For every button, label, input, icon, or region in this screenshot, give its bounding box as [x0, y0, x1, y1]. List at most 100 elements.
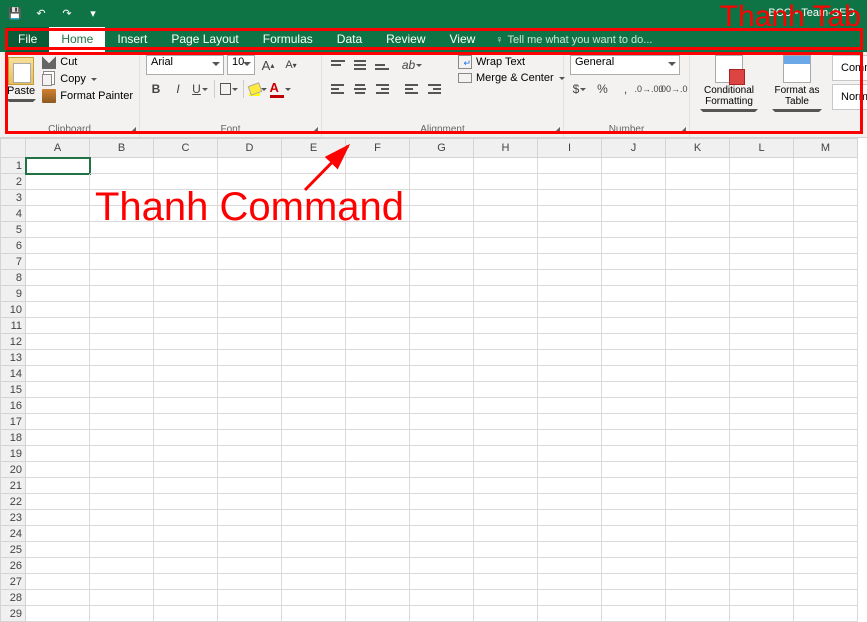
cell-B13[interactable] — [90, 350, 154, 366]
cell-I27[interactable] — [538, 574, 602, 590]
underline-button[interactable]: U — [190, 79, 210, 99]
cell-I5[interactable] — [538, 222, 602, 238]
cell-E7[interactable] — [282, 254, 346, 270]
cell-E28[interactable] — [282, 590, 346, 606]
cell-B25[interactable] — [90, 542, 154, 558]
alignment-dialog-launcher[interactable]: ◢ — [554, 125, 560, 134]
cell-E3[interactable] — [282, 190, 346, 206]
cell-H8[interactable] — [474, 270, 538, 286]
cell-F9[interactable] — [346, 286, 410, 302]
cell-D10[interactable] — [218, 302, 282, 318]
cell-L20[interactable] — [730, 462, 794, 478]
cell-C25[interactable] — [154, 542, 218, 558]
cell-D14[interactable] — [218, 366, 282, 382]
cell-F16[interactable] — [346, 398, 410, 414]
cell-D15[interactable] — [218, 382, 282, 398]
cell-L27[interactable] — [730, 574, 794, 590]
cell-F4[interactable] — [346, 206, 410, 222]
cell-E8[interactable] — [282, 270, 346, 286]
cell-D29[interactable] — [218, 606, 282, 622]
cell-J28[interactable] — [602, 590, 666, 606]
cell-L24[interactable] — [730, 526, 794, 542]
cell-A2[interactable] — [26, 174, 90, 190]
cell-B9[interactable] — [90, 286, 154, 302]
cell-K26[interactable] — [666, 558, 730, 574]
cell-G15[interactable] — [410, 382, 474, 398]
cell-K16[interactable] — [666, 398, 730, 414]
cell-D7[interactable] — [218, 254, 282, 270]
cell-G20[interactable] — [410, 462, 474, 478]
cell-G3[interactable] — [410, 190, 474, 206]
cell-C9[interactable] — [154, 286, 218, 302]
cell-E4[interactable] — [282, 206, 346, 222]
cell-H21[interactable] — [474, 478, 538, 494]
increase-indent-button[interactable] — [424, 79, 444, 99]
cell-J11[interactable] — [602, 318, 666, 334]
cell-G12[interactable] — [410, 334, 474, 350]
row-header-27[interactable]: 27 — [0, 574, 26, 590]
cell-E24[interactable] — [282, 526, 346, 542]
font-dialog-launcher[interactable]: ◢ — [312, 125, 318, 134]
cell-K21[interactable] — [666, 478, 730, 494]
cut-button[interactable]: Cut — [42, 55, 133, 69]
cell-J5[interactable] — [602, 222, 666, 238]
cell-D16[interactable] — [218, 398, 282, 414]
cell-C13[interactable] — [154, 350, 218, 366]
cell-G26[interactable] — [410, 558, 474, 574]
cell-K4[interactable] — [666, 206, 730, 222]
cell-A23[interactable] — [26, 510, 90, 526]
cell-E15[interactable] — [282, 382, 346, 398]
cell-M5[interactable] — [794, 222, 858, 238]
cell-M4[interactable] — [794, 206, 858, 222]
cell-L6[interactable] — [730, 238, 794, 254]
cell-K18[interactable] — [666, 430, 730, 446]
cell-H12[interactable] — [474, 334, 538, 350]
cell-G23[interactable] — [410, 510, 474, 526]
tab-view[interactable]: View — [438, 27, 488, 52]
cell-C3[interactable] — [154, 190, 218, 206]
cell-D13[interactable] — [218, 350, 282, 366]
cell-K27[interactable] — [666, 574, 730, 590]
row-header-12[interactable]: 12 — [0, 334, 26, 350]
cell-E2[interactable] — [282, 174, 346, 190]
cell-H24[interactable] — [474, 526, 538, 542]
cell-B8[interactable] — [90, 270, 154, 286]
cell-F7[interactable] — [346, 254, 410, 270]
cell-E27[interactable] — [282, 574, 346, 590]
font-name-select[interactable]: Arial — [146, 55, 224, 75]
cell-C4[interactable] — [154, 206, 218, 222]
cell-I7[interactable] — [538, 254, 602, 270]
cell-G27[interactable] — [410, 574, 474, 590]
font-size-select[interactable]: 10 — [227, 55, 255, 75]
fill-color-button[interactable] — [248, 79, 268, 99]
cell-E20[interactable] — [282, 462, 346, 478]
cell-H26[interactable] — [474, 558, 538, 574]
cell-I21[interactable] — [538, 478, 602, 494]
cell-C19[interactable] — [154, 446, 218, 462]
cell-E29[interactable] — [282, 606, 346, 622]
cell-G25[interactable] — [410, 542, 474, 558]
cell-F10[interactable] — [346, 302, 410, 318]
cell-A19[interactable] — [26, 446, 90, 462]
cell-M2[interactable] — [794, 174, 858, 190]
cell-I14[interactable] — [538, 366, 602, 382]
wrap-text-button[interactable]: Wrap Text — [458, 55, 565, 69]
cell-C18[interactable] — [154, 430, 218, 446]
cell-M16[interactable] — [794, 398, 858, 414]
cell-H13[interactable] — [474, 350, 538, 366]
cell-K25[interactable] — [666, 542, 730, 558]
cell-G14[interactable] — [410, 366, 474, 382]
cell-B12[interactable] — [90, 334, 154, 350]
cell-L18[interactable] — [730, 430, 794, 446]
cell-D18[interactable] — [218, 430, 282, 446]
cell-M27[interactable] — [794, 574, 858, 590]
cell-F1[interactable] — [346, 158, 410, 174]
cell-L21[interactable] — [730, 478, 794, 494]
cell-B24[interactable] — [90, 526, 154, 542]
cell-A16[interactable] — [26, 398, 90, 414]
cell-I16[interactable] — [538, 398, 602, 414]
cell-J20[interactable] — [602, 462, 666, 478]
cell-G2[interactable] — [410, 174, 474, 190]
cell-I13[interactable] — [538, 350, 602, 366]
cell-J4[interactable] — [602, 206, 666, 222]
